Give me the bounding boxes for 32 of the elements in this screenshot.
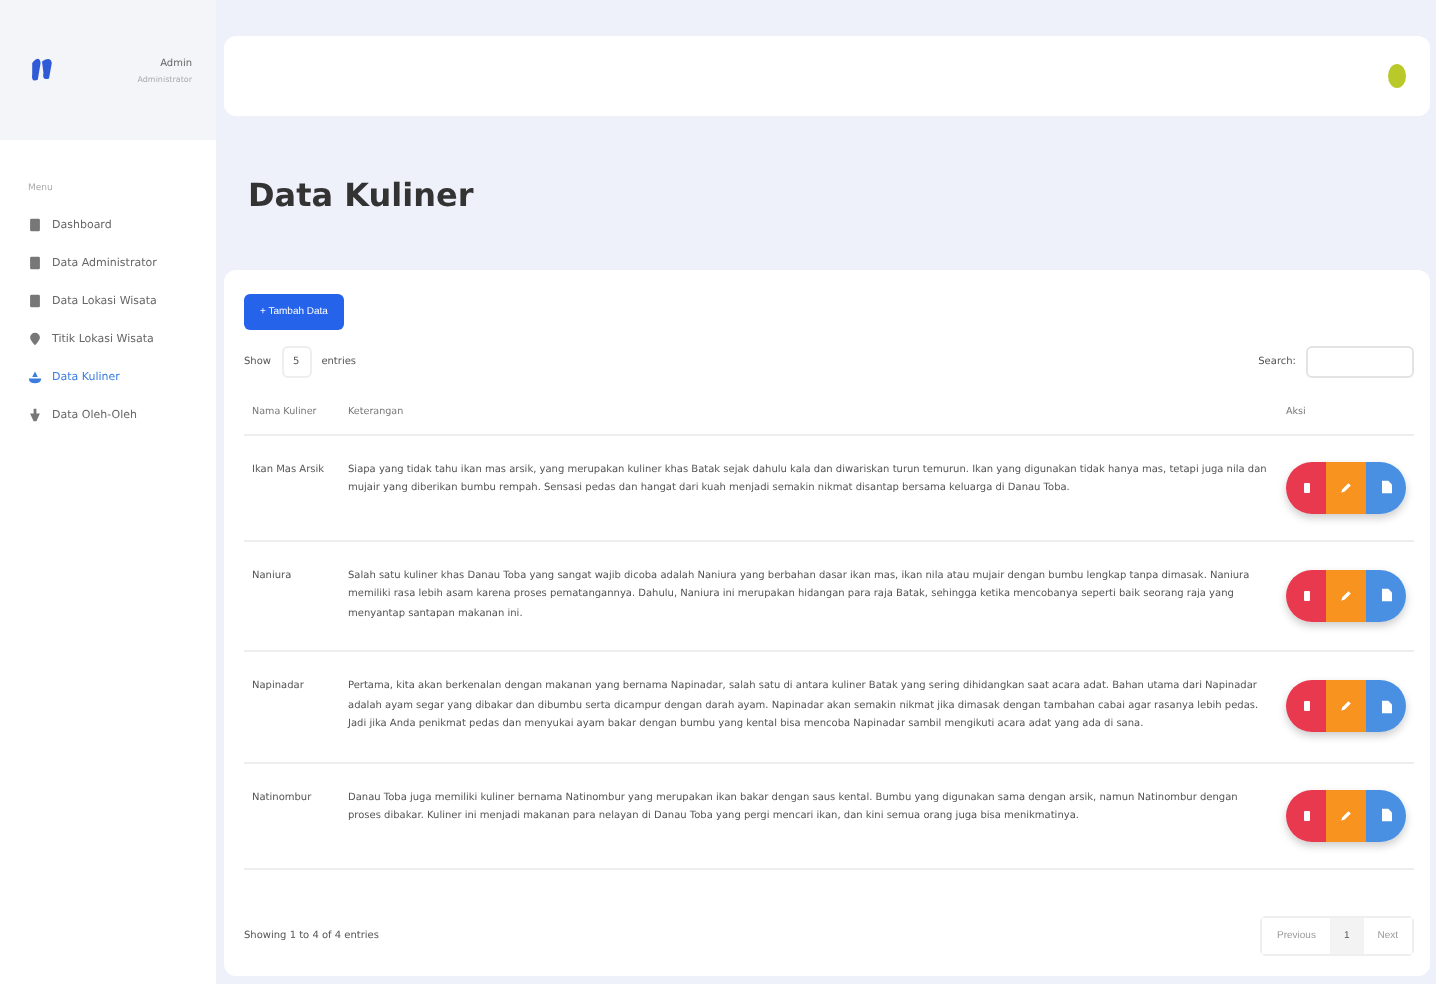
trash-icon (1303, 481, 1309, 494)
logo-icon (28, 54, 56, 86)
pencil-icon (1340, 481, 1352, 494)
document-icon (1381, 588, 1391, 603)
pin-icon (28, 332, 42, 346)
detail-button[interactable] (1366, 461, 1406, 514)
document-icon (28, 256, 42, 270)
pencil-icon (1340, 589, 1352, 602)
pencil-icon (1340, 809, 1352, 822)
avatar-icon[interactable] (1388, 64, 1406, 88)
search-field[interactable] (1306, 346, 1414, 378)
edit-button[interactable] (1326, 569, 1366, 622)
delete-button[interactable] (1286, 461, 1326, 514)
edit-button[interactable] (1326, 789, 1366, 842)
edit-button[interactable] (1326, 461, 1366, 514)
document-icon (1381, 480, 1391, 495)
trash-icon (1303, 809, 1309, 822)
document-icon (28, 294, 42, 308)
document-icon (1381, 699, 1391, 714)
delete-button[interactable] (1286, 789, 1326, 842)
delete-button[interactable] (1286, 680, 1326, 733)
delete-button[interactable] (1286, 569, 1326, 622)
page-title: Data Kuliner (248, 176, 476, 214)
pencil-icon (1340, 700, 1352, 713)
detail-button[interactable] (1366, 789, 1406, 842)
detail-button[interactable] (1366, 569, 1406, 622)
trash-icon (1303, 589, 1309, 602)
document-icon (1381, 808, 1391, 823)
trash-icon (1303, 700, 1309, 713)
detail-button[interactable] (1366, 680, 1406, 733)
document-icon (28, 218, 42, 232)
bowl-icon (28, 370, 42, 384)
